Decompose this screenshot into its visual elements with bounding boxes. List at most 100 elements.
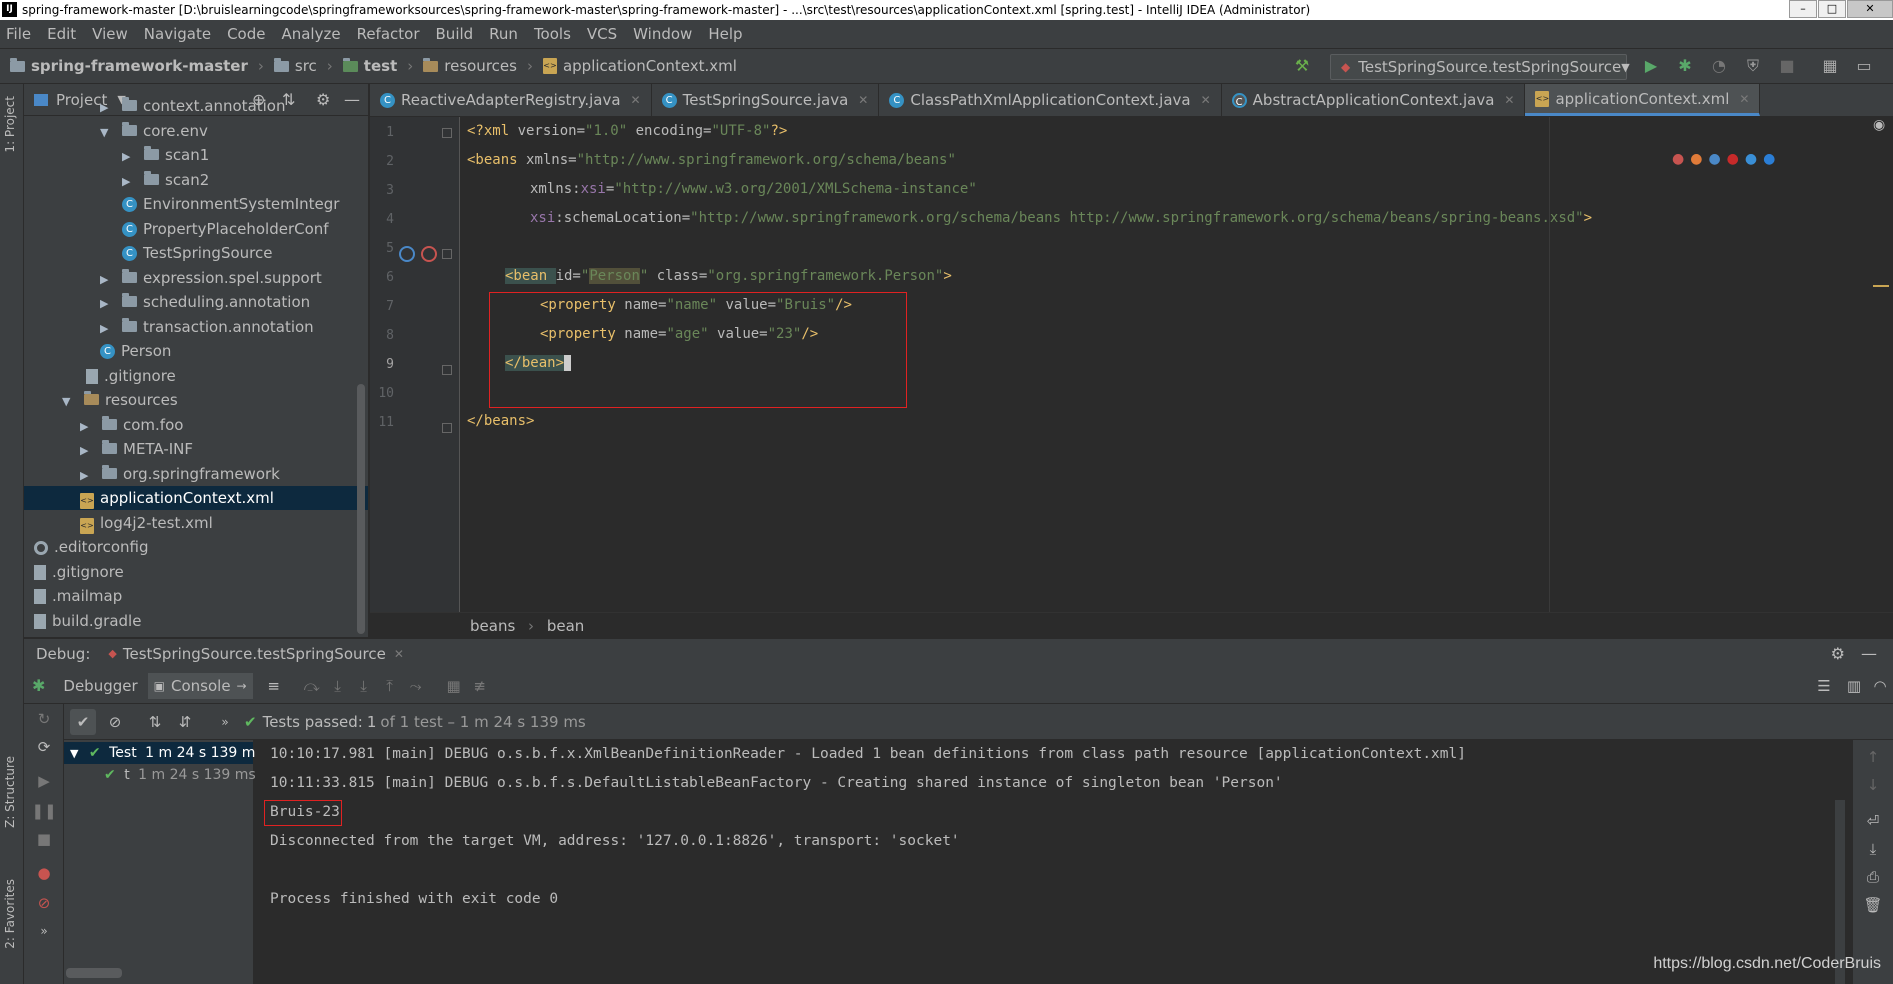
menu-view[interactable]: View [92, 25, 128, 43]
warning-stripe-marker[interactable] [1873, 285, 1889, 287]
expand-right-icon[interactable]: ▶ [80, 415, 94, 439]
layout-icon[interactable]: ▭ [1854, 56, 1874, 76]
tree-item[interactable]: ▶ scan2 [24, 168, 368, 192]
close-window-button[interactable]: ✕ [1847, 0, 1893, 18]
rerun-failed-icon[interactable]: ↻ [31, 706, 57, 732]
eye-icon[interactable]: ◉ [1873, 117, 1885, 133]
evaluate-icon[interactable]: ▦ [441, 673, 467, 699]
tree-item[interactable]: ▶ scan1 [24, 143, 368, 167]
tree-item[interactable]: .gitignore [24, 560, 368, 584]
more-icon[interactable]: » [31, 918, 57, 944]
tree-item[interactable]: .gitignore [24, 364, 368, 388]
show-ignored-icon[interactable]: ⊘ [102, 709, 128, 735]
breadcrumb-test[interactable]: test › [342, 57, 413, 75]
close-icon[interactable]: ✕ [1504, 93, 1514, 107]
menu-run[interactable]: Run [489, 25, 518, 43]
stop-icon[interactable]: ■ [1777, 56, 1797, 76]
clear-all-icon[interactable]: 🗑 [1860, 892, 1886, 918]
rerun-icon[interactable]: ⟳ [31, 734, 57, 760]
expand-right-icon[interactable]: ▶ [122, 170, 136, 194]
breadcrumb-beans[interactable]: beans [470, 617, 515, 635]
trace-icon[interactable]: ≢ [467, 673, 493, 699]
tree-item[interactable]: .editorconfig [24, 535, 368, 559]
run-icon[interactable]: ▶ [1641, 56, 1661, 76]
print-icon[interactable]: ⎙ [1860, 864, 1886, 890]
debug-session-tab[interactable]: TestSpringSource.testSpringSource [123, 645, 386, 663]
tree-item[interactable]: .mailmap [24, 584, 368, 608]
fold-icon[interactable] [442, 249, 452, 259]
tree-item[interactable]: C Person [24, 339, 368, 363]
layout-settings-icon[interactable]: ▥ [1841, 673, 1867, 699]
tree-item[interactable]: <> log4j2-test.xml [24, 511, 368, 535]
menu-file[interactable]: File [6, 25, 31, 43]
menu-analyze[interactable]: Analyze [281, 25, 340, 43]
run-configuration-select[interactable]: ◆ TestSpringSource.testSpringSource ▼ [1330, 54, 1630, 80]
scroll-to-end-icon[interactable]: ⤓ [1860, 836, 1886, 862]
tree-item[interactable]: ▶ transaction.annotation [24, 315, 368, 339]
expand-right-icon[interactable]: ▶ [80, 439, 94, 463]
bean-gutter-icon[interactable] [399, 246, 415, 262]
tree-item[interactable]: ▶ scheduling.annotation [24, 290, 368, 314]
close-icon[interactable]: ✕ [1739, 92, 1749, 106]
force-step-into-icon[interactable]: ⤓ [351, 673, 377, 699]
menu-help[interactable]: Help [708, 25, 742, 43]
safari-icon[interactable]: ● [1708, 151, 1720, 173]
soft-wrap-icon[interactable]: ⏎ [1860, 808, 1886, 834]
step-over-icon[interactable]: ⤼ [299, 673, 325, 699]
menu-code[interactable]: Code [227, 25, 265, 43]
pause-icon[interactable]: ❚❚ [31, 798, 57, 824]
code-editor[interactable]: <?xml version="1.0" encoding="UTF-8"?> <… [461, 117, 1893, 614]
expand-down-icon[interactable]: ▼ [62, 390, 76, 414]
expand-right-icon[interactable]: ▶ [100, 96, 114, 120]
ie-icon[interactable]: ● [1745, 151, 1757, 173]
edge-icon[interactable]: ● [1763, 151, 1775, 173]
tree-item[interactable]: C EnvironmentSystemIntegr [24, 192, 368, 216]
tree-item[interactable]: ▼ core.env [24, 119, 368, 143]
tab-debugger[interactable]: Debugger [63, 677, 137, 695]
scroll-up-icon[interactable]: ↑ [1860, 744, 1886, 770]
favorites-tool-tab[interactable]: 2: Favorites [3, 879, 17, 949]
tree-item[interactable]: <> applicationContext.xml [24, 486, 368, 510]
profile-icon[interactable]: ◔ [1709, 56, 1729, 76]
test-tree-row-child[interactable]: ✔ t 1 m 24 s 139 ms [64, 764, 256, 786]
tree-item[interactable]: C PropertyPlaceholderConf [24, 217, 368, 241]
expand-down-icon[interactable]: ▼ [100, 121, 114, 145]
close-icon[interactable]: ✕ [1201, 93, 1211, 107]
resume-icon[interactable]: ▶ [31, 768, 57, 794]
minimize-button[interactable]: – [1789, 0, 1817, 18]
menu-window[interactable]: Window [633, 25, 692, 43]
tab-console[interactable]: ▣ Console → [147, 672, 253, 699]
tree-item[interactable]: ▶ expression.spel.support [24, 266, 368, 290]
tree-item[interactable]: ▶ context.annotation [24, 94, 368, 118]
tree-scrollbar[interactable] [66, 968, 122, 978]
close-icon[interactable]: ✕ [858, 93, 868, 107]
sort-alphabetically-icon[interactable]: ⇅ [142, 709, 168, 735]
tab-classpath-xml-application-context[interactable]: C ClassPathXmlApplicationContext.java ✕ [879, 84, 1222, 116]
tree-item[interactable]: ▼ resources [24, 388, 368, 412]
debug-bug-icon[interactable]: ✱ [1675, 56, 1695, 76]
coverage-icon[interactable]: ⛨ [1743, 56, 1763, 76]
spring-bean-icon[interactable] [421, 246, 437, 262]
menu-navigate[interactable]: Navigate [144, 25, 211, 43]
menu-refactor[interactable]: Refactor [357, 25, 420, 43]
breadcrumb-file[interactable]: <> applicationContext.xml [542, 57, 737, 75]
breadcrumb-resources[interactable]: resources › [423, 57, 533, 75]
expand-right-icon[interactable]: ▶ [80, 464, 94, 488]
project-structure-icon[interactable]: ▦ [1820, 56, 1840, 76]
chrome-icon[interactable]: ● [1672, 151, 1684, 173]
restore-layout-icon[interactable]: ☰ [1811, 673, 1837, 699]
fold-icon[interactable] [442, 423, 452, 433]
opera-icon[interactable]: ● [1727, 151, 1739, 173]
tree-item[interactable]: C TestSpringSource [24, 241, 368, 265]
test-tree-row-root[interactable]: ▼ ✔ Test 1 m 24 s 139 ms [64, 742, 263, 764]
tree-scrollbar[interactable] [357, 384, 365, 634]
expand-right-icon[interactable]: ▶ [100, 268, 114, 292]
fold-icon[interactable] [442, 128, 452, 138]
console-output[interactable]: 10:10:17.981 [main] DEBUG o.s.b.f.x.XmlB… [255, 740, 1853, 984]
step-into-icon[interactable]: ⤓ [325, 673, 351, 699]
step-out-icon[interactable]: ⤒ [377, 673, 403, 699]
project-tool-tab[interactable]: 1: Project [3, 96, 17, 153]
tab-application-context-xml[interactable]: <> applicationContext.xml ✕ [1525, 84, 1761, 116]
expand-right-icon[interactable]: ▶ [122, 145, 136, 169]
tree-item[interactable]: ▶ META-INF [24, 437, 368, 461]
